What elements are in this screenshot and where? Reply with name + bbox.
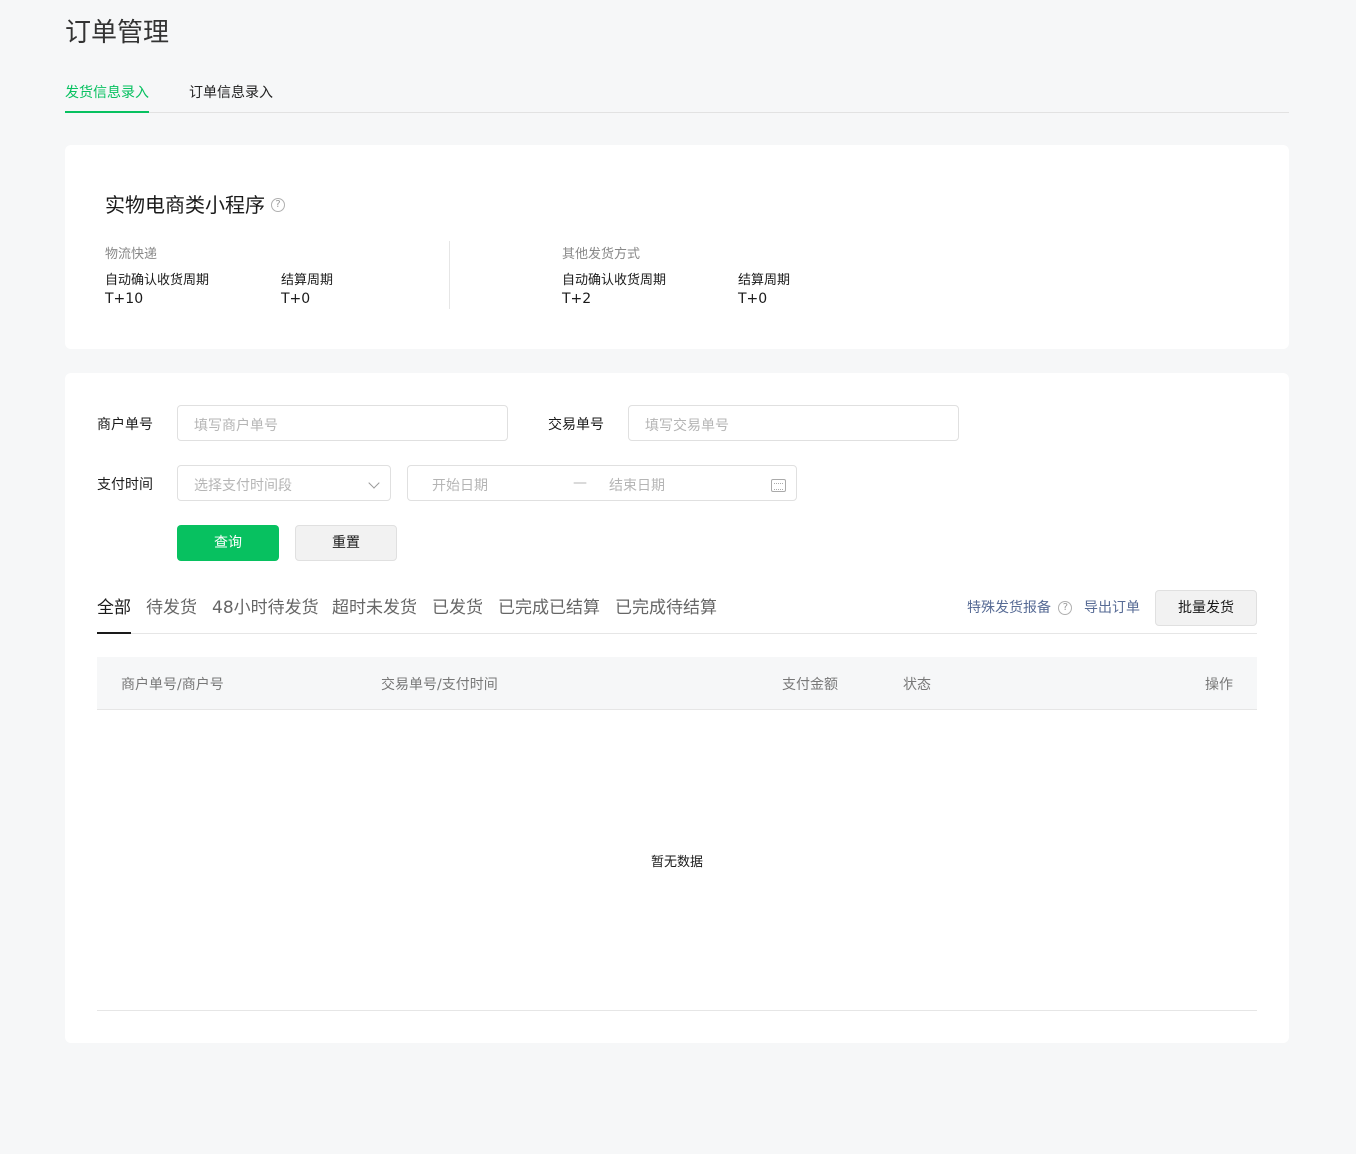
auto-confirm-period-label: 自动确认收货周期 [562, 273, 667, 288]
merchant-no-input[interactable]: 填写商户单号 [177, 405, 508, 441]
query-button[interactable]: 查询 [177, 525, 279, 561]
auto-confirm-period: 自动确认收货周期 T+2 [562, 269, 666, 307]
auto-confirm-period-value: T+2 [562, 291, 592, 307]
status-tab-overdue[interactable]: 超时未发货 [332, 593, 417, 634]
trade-no-label: 交易单号 [548, 417, 604, 433]
tab-order-info-entry[interactable]: 订单信息录入 [189, 82, 273, 113]
logistics-group: 物流快递 自动确认收货周期 T+10 结算周期 T+0 [105, 243, 333, 307]
auto-confirm-period-label: 自动确认收货周期 [105, 273, 210, 288]
special-shipping-report-label: 特殊发货报备 [967, 600, 1051, 616]
reset-button[interactable]: 重置 [295, 525, 397, 561]
status-tab-shipped[interactable]: 已发货 [432, 593, 483, 634]
pay-time-range-select-value: 选择支付时间段 [194, 478, 292, 494]
pay-time-range-select[interactable]: 选择支付时间段 [177, 465, 391, 501]
auto-confirm-period: 自动确认收货周期 T+10 [105, 269, 209, 307]
settlement-period-value: T+0 [738, 291, 768, 307]
pay-time-label: 支付时间 [97, 477, 153, 493]
table-header: 商户单号/商户号 交易单号/支付时间 支付金额 状态 操作 [97, 657, 1257, 710]
settlement-period: 结算周期 T+0 [738, 269, 790, 307]
info-card-title: 实物电商类小程序? [105, 189, 285, 218]
special-shipping-report-link[interactable]: 特殊发货报备 ? [967, 597, 1073, 617]
chevron-down-icon [368, 477, 380, 489]
table-bottom-border [97, 1010, 1257, 1011]
settlement-period-label: 结算周期 [281, 273, 334, 288]
group-divider [449, 241, 450, 309]
question-circle-icon[interactable]: ? [271, 197, 285, 212]
status-tab-pending-shipment[interactable]: 待发货 [146, 593, 197, 634]
question-circle-icon[interactable]: ? [1058, 601, 1073, 615]
export-orders-link[interactable]: 导出订单 [1084, 597, 1140, 617]
merchant-no-label: 商户单号 [97, 417, 153, 433]
start-date-input[interactable]: 开始日期 [432, 478, 488, 494]
empty-state-text: 暂无数据 [650, 855, 703, 870]
other-shipping-group-label: 其他发货方式 [562, 247, 641, 262]
info-card-title-text: 实物电商类小程序 [105, 193, 265, 217]
end-date-input[interactable]: 结束日期 [609, 475, 665, 495]
auto-confirm-period-value: T+10 [105, 291, 144, 307]
settlement-period-value: T+0 [281, 291, 311, 307]
status-tabs: 全部 待发货 48小时待发货 超时未发货 已发货 已完成已结算 已完成待结算 [97, 593, 1257, 634]
date-range-separator: — [573, 475, 587, 491]
info-card: 实物电商类小程序? 物流快递 自动确认收货周期 T+10 结算周期 T+0 其他… [65, 145, 1289, 349]
date-range-picker[interactable]: 开始日期 — 结束日期 [407, 465, 797, 501]
settlement-period: 结算周期 T+0 [281, 269, 333, 307]
trade-no-input[interactable]: 填写交易单号 [628, 405, 959, 441]
logistics-group-label: 物流快递 [105, 247, 158, 262]
column-actions: 操作 [1205, 677, 1233, 693]
batch-ship-button[interactable]: 批量发货 [1155, 590, 1257, 626]
other-shipping-group: 其他发货方式 自动确认收货周期 T+2 结算周期 T+0 [562, 243, 790, 307]
top-tabs: 发货信息录入 订单信息录入 [65, 78, 1289, 113]
column-status: 状态 [903, 677, 931, 693]
column-amount: 支付金额 [782, 677, 838, 693]
calendar-icon[interactable] [771, 479, 786, 492]
page-title: 订单管理 [65, 18, 170, 48]
order-list-card: 商户单号 填写商户单号 交易单号 填写交易单号 支付时间 选择支付时间段 开始日… [65, 373, 1289, 1043]
status-tab-completed-unsettled[interactable]: 已完成待结算 [615, 593, 717, 634]
column-trade-no: 交易单号/支付时间 [381, 677, 498, 693]
tab-shipping-info-entry[interactable]: 发货信息录入 [65, 82, 149, 113]
status-tab-all[interactable]: 全部 [97, 593, 131, 634]
status-tab-48h-pending[interactable]: 48小时待发货 [212, 593, 319, 634]
column-merchant-no: 商户单号/商户号 [121, 677, 224, 693]
settlement-period-label: 结算周期 [738, 273, 791, 288]
status-tab-completed-settled[interactable]: 已完成已结算 [498, 593, 600, 634]
